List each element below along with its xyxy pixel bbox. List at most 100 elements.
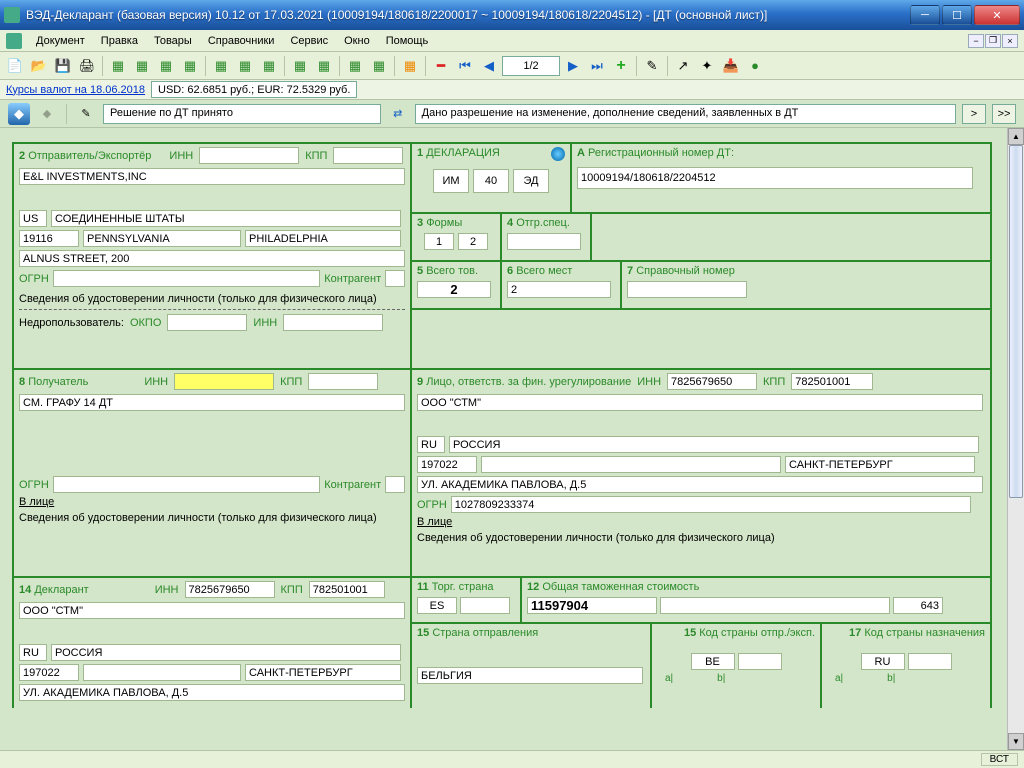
add-button[interactable]: +: [610, 55, 632, 77]
mdi-close-icon[interactable]: ×: [1002, 34, 1018, 48]
scroll-thumb[interactable]: [1009, 145, 1023, 498]
f14-zip[interactable]: 197022: [19, 664, 79, 681]
f2-kpp[interactable]: [333, 147, 403, 164]
tool-g5[interactable]: ▦: [210, 55, 232, 77]
last-button[interactable]: ⏭: [586, 55, 608, 77]
f9-kpp[interactable]: 782501001: [791, 373, 873, 390]
f8-text[interactable]: СМ. ГРАФУ 14 ДТ: [19, 394, 405, 411]
f14-cc[interactable]: RU: [19, 644, 47, 661]
f8-kpp[interactable]: [308, 373, 378, 390]
f1-v1[interactable]: ИМ: [433, 169, 469, 193]
prev-button[interactable]: ◀: [478, 55, 500, 77]
tool-g9[interactable]: ▦: [313, 55, 335, 77]
f14-name[interactable]: ООО "СТМ": [19, 602, 405, 619]
menu-edit[interactable]: Правка: [93, 33, 146, 49]
menu-refs[interactable]: Справочники: [200, 33, 283, 49]
f12-val[interactable]: 11597904: [527, 597, 657, 614]
f14-country[interactable]: РОССИЯ: [51, 644, 401, 661]
f17-val[interactable]: RU: [861, 653, 905, 670]
decision-last[interactable]: >>: [992, 104, 1016, 124]
f12-extra[interactable]: [660, 597, 890, 614]
f9-ogrn[interactable]: 1027809233374: [451, 496, 971, 513]
globe-button[interactable]: ●: [744, 55, 766, 77]
f15-val[interactable]: БЕЛЬГИЯ: [417, 667, 643, 684]
f2-country[interactable]: СОЕДИНЕННЫЕ ШТАТЫ: [51, 210, 401, 227]
edit-button[interactable]: ✎: [641, 55, 663, 77]
new-doc-button[interactable]: 📄: [4, 55, 26, 77]
f17-extra[interactable]: [908, 653, 952, 670]
print-button[interactable]: 🖨: [76, 55, 98, 77]
mdi-restore-icon[interactable]: ❐: [985, 34, 1001, 48]
f2-zip[interactable]: 19116: [19, 230, 79, 247]
f3-v1[interactable]: 1: [424, 233, 454, 250]
f14-region[interactable]: [83, 664, 241, 681]
f2-street[interactable]: ALNUS STREET, 200: [19, 250, 405, 267]
f8-vlice[interactable]: В лице: [19, 496, 54, 508]
export-button[interactable]: ↗: [672, 55, 694, 77]
f6-val[interactable]: 2: [507, 281, 611, 298]
f1-v3[interactable]: ЭД: [513, 169, 549, 193]
decision-right[interactable]: Дано разрешение на изменение, дополнение…: [415, 104, 956, 124]
sync-icon[interactable]: ⇄: [387, 103, 409, 125]
f9-city[interactable]: САНКТ-ПЕТЕРБУРГ: [785, 456, 975, 473]
scroll-up-icon[interactable]: ▲: [1008, 128, 1024, 145]
menu-document[interactable]: Документ: [28, 33, 93, 49]
tool-g1[interactable]: ▦: [107, 55, 129, 77]
scroll-down-icon[interactable]: ▼: [1008, 733, 1024, 750]
tool-g8[interactable]: ▦: [289, 55, 311, 77]
menu-service[interactable]: Сервис: [282, 33, 336, 49]
tool-g2[interactable]: ▦: [131, 55, 153, 77]
f9-country[interactable]: РОССИЯ: [449, 436, 979, 453]
misc1-button[interactable]: ✦: [696, 55, 718, 77]
f2-contragent[interactable]: [385, 270, 405, 287]
pen-icon[interactable]: ✎: [75, 103, 97, 125]
f8-inn[interactable]: [174, 373, 274, 390]
f3-v2[interactable]: 2: [458, 233, 488, 250]
f15a-extra[interactable]: [738, 653, 782, 670]
f8-ogrn[interactable]: [53, 476, 320, 493]
f2-inn[interactable]: [199, 147, 299, 164]
globe-icon[interactable]: [551, 147, 565, 161]
f2-name[interactable]: E&L INVESTMENTS,INC: [19, 168, 405, 185]
f7-val[interactable]: [627, 281, 747, 298]
inbox-button[interactable]: 📥: [720, 55, 742, 77]
f14-kpp[interactable]: 782501001: [309, 581, 385, 598]
page-input[interactable]: [502, 56, 560, 76]
close-button[interactable]: ✕: [974, 5, 1020, 25]
f9-vlice[interactable]: В лице: [417, 516, 452, 528]
decision-icon[interactable]: ◆: [8, 103, 30, 125]
f14-street[interactable]: УЛ. АКАДЕМИКА ПАВЛОВА, Д.5: [19, 684, 405, 701]
fA-val[interactable]: 10009194/180618/2204512: [577, 167, 973, 189]
menu-window[interactable]: Окно: [336, 33, 378, 49]
next-button[interactable]: ▶: [562, 55, 584, 77]
f4-val[interactable]: [507, 233, 581, 250]
decision-left[interactable]: Решение по ДТ принято: [103, 104, 381, 124]
f9-region[interactable]: [481, 456, 781, 473]
f1-v2[interactable]: 40: [473, 169, 509, 193]
f9-cc[interactable]: RU: [417, 436, 445, 453]
f2-okpo[interactable]: [167, 314, 247, 331]
rates-link[interactable]: Курсы валют на 18.06.2018: [6, 84, 145, 96]
f8-contragent[interactable]: [385, 476, 405, 493]
vertical-scrollbar[interactable]: ▲ ▼: [1007, 128, 1024, 750]
tool-g4[interactable]: ▦: [179, 55, 201, 77]
save-button[interactable]: 💾: [52, 55, 74, 77]
f9-name[interactable]: ООО "СТМ": [417, 394, 983, 411]
f11-val[interactable]: ES: [417, 597, 457, 614]
f9-street[interactable]: УЛ. АКАДЕМИКА ПАВЛОВА, Д.5: [417, 476, 983, 493]
decision-next[interactable]: >: [962, 104, 986, 124]
f15a-val[interactable]: BE: [691, 653, 735, 670]
f2-nedinn[interactable]: [283, 314, 383, 331]
first-button[interactable]: ⏮: [454, 55, 476, 77]
f2-cc[interactable]: US: [19, 210, 47, 227]
tool-orange[interactable]: ▦: [399, 55, 421, 77]
f5-val[interactable]: 2: [417, 281, 491, 298]
f14-inn[interactable]: 7825679650: [185, 581, 275, 598]
f11-extra[interactable]: [460, 597, 510, 614]
tool-g11[interactable]: ▦: [368, 55, 390, 77]
menu-goods[interactable]: Товары: [146, 33, 200, 49]
tool-g3[interactable]: ▦: [155, 55, 177, 77]
f9-zip[interactable]: 197022: [417, 456, 477, 473]
delete-button[interactable]: ━: [430, 55, 452, 77]
maximize-button[interactable]: ☐: [942, 5, 972, 25]
